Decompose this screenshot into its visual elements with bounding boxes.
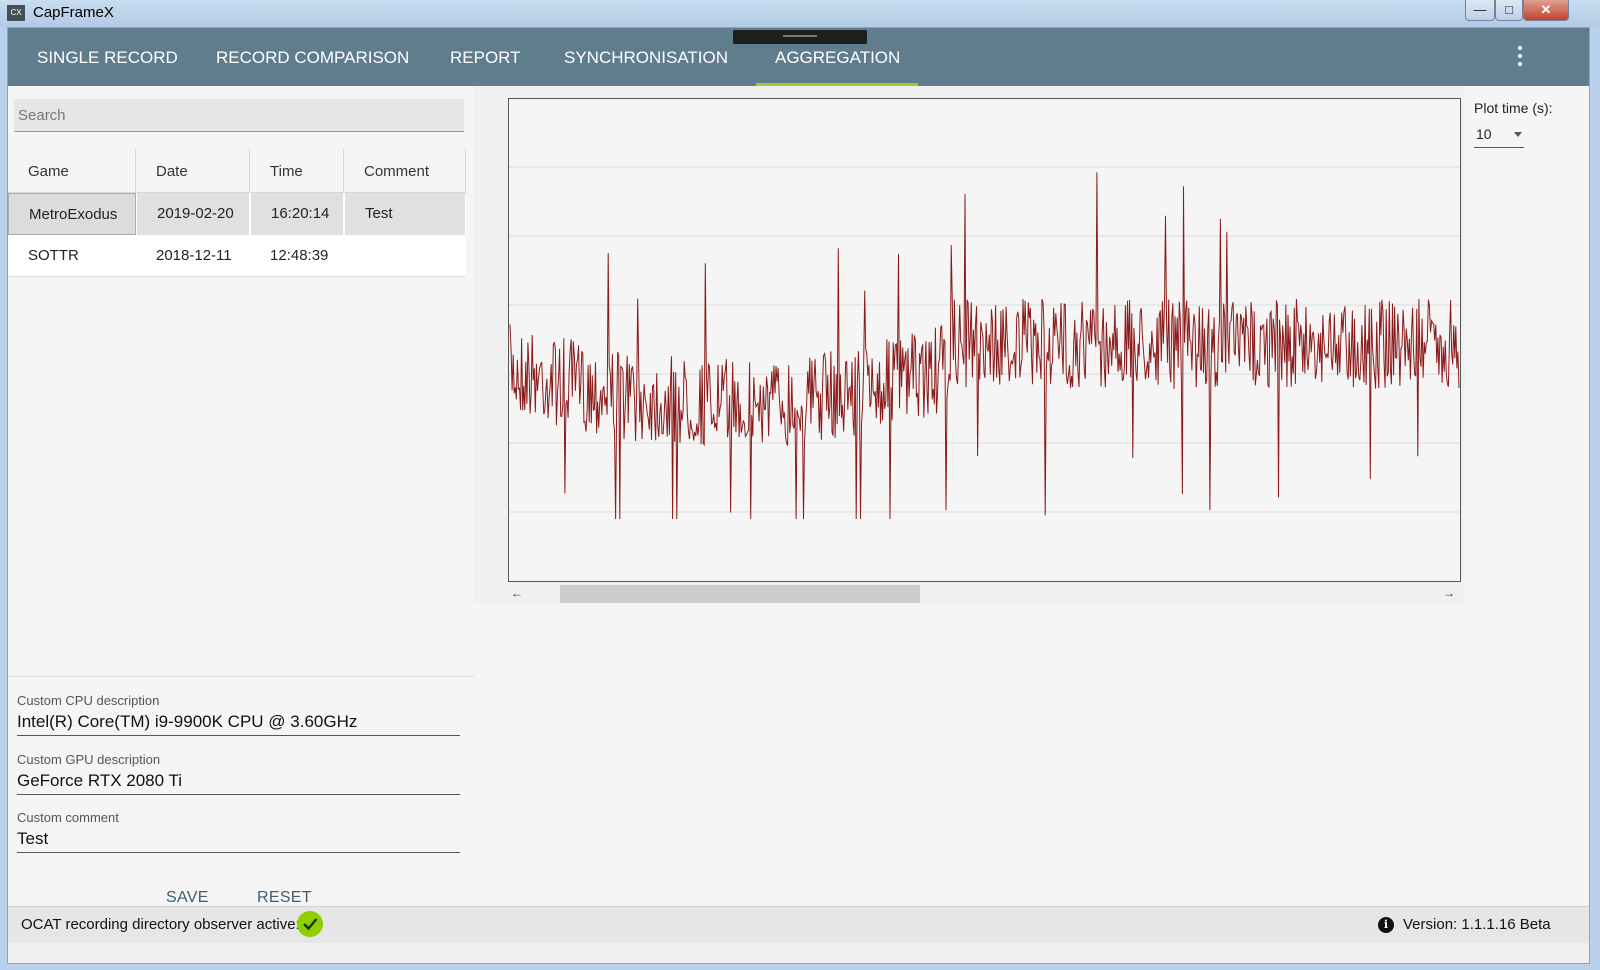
main-tab-bar: SINGLE RECORD RECORD COMPARISON REPORT S…	[8, 28, 1589, 86]
tab-synchronisation[interactable]: SYNCHRONISATION	[564, 28, 728, 86]
tab-report[interactable]: REPORT	[450, 28, 521, 86]
chart-horizontal-scrollbar[interactable]: ← →	[508, 582, 1461, 604]
frametime-chart[interactable]	[508, 98, 1461, 582]
column-header-time[interactable]: Time	[250, 149, 344, 193]
column-header-comment[interactable]: Comment	[344, 149, 466, 193]
gpu-description-field[interactable]: Custom GPU description GeForce RTX 2080 …	[17, 752, 460, 795]
window-title: CapFrameX	[33, 4, 114, 21]
cell-date: 2019-02-20	[136, 193, 250, 235]
cell-date: 2018-12-11	[156, 247, 232, 264]
table-row[interactable]: SOTTR 2018-12-11 12:48:39	[8, 235, 466, 277]
frametime-plot-area: ← →	[474, 86, 1464, 604]
cell-game: SOTTR	[28, 247, 79, 264]
maximize-button[interactable]: □	[1495, 0, 1523, 21]
column-header-date[interactable]: Date	[136, 149, 250, 193]
search-input[interactable]	[14, 99, 464, 132]
table-row[interactable]: MetroExodus 2019-02-20 16:20:14 Test	[8, 193, 466, 235]
cell-comment	[344, 235, 466, 277]
gpu-description-label: Custom GPU description	[17, 752, 161, 767]
comment-label: Custom comment	[17, 810, 119, 825]
more-options-icon[interactable]	[1512, 46, 1528, 70]
tab-single-record[interactable]: SINGLE RECORD	[37, 28, 178, 86]
scrollbar-thumb[interactable]	[560, 585, 920, 603]
records-table: Game Date Time Comment MetroExodus 2019-…	[8, 149, 466, 277]
frametime-chart-svg	[509, 166, 1460, 520]
chevron-down-icon	[1514, 132, 1522, 137]
frametime-series-line	[509, 172, 1460, 520]
check-icon	[297, 911, 323, 937]
table-header: Game Date Time Comment	[8, 149, 466, 193]
minimize-button[interactable]: —	[1465, 0, 1495, 21]
plot-time-dropdown[interactable]: 10	[1474, 123, 1524, 148]
title-bar: CX CapFrameX — □ ✕	[0, 0, 1600, 27]
cpu-description-label: Custom CPU description	[17, 693, 160, 708]
version-text: Version: 1.1.1.16 Beta	[1403, 916, 1551, 933]
cell-time: 12:48:39	[270, 247, 329, 264]
cell-time: 16:20:14	[250, 193, 344, 235]
gpu-description-value[interactable]: GeForce RTX 2080 Ti	[17, 768, 460, 794]
custom-description-form: Custom CPU description Intel(R) Core(TM)…	[8, 676, 474, 906]
scroll-left-arrow-icon[interactable]: ←	[508, 585, 526, 601]
save-button[interactable]: SAVE	[166, 889, 209, 907]
aggregation-panel: ← → Plot time (s): 10	[474, 86, 1589, 906]
scroll-right-arrow-icon[interactable]: →	[1440, 585, 1458, 601]
info-icon[interactable]: i	[1378, 917, 1394, 933]
cell-comment: Test	[344, 193, 466, 235]
reset-button[interactable]: RESET	[257, 889, 312, 907]
comment-value[interactable]: Test	[17, 826, 460, 852]
cpu-description-field[interactable]: Custom CPU description Intel(R) Core(TM)…	[17, 693, 460, 736]
status-bar: OCAT recording directory observer active…	[8, 906, 1589, 943]
records-panel: Game Date Time Comment MetroExodus 2019-…	[8, 86, 474, 906]
tab-record-comparison[interactable]: RECORD COMPARISON	[216, 28, 409, 86]
column-header-game[interactable]: Game	[8, 149, 136, 193]
cell-game: MetroExodus	[8, 193, 136, 235]
comment-field[interactable]: Custom comment Test	[17, 810, 460, 853]
cpu-description-value[interactable]: Intel(R) Core(TM) i9-9900K CPU @ 3.60GHz	[17, 709, 460, 735]
app-icon: CX	[7, 5, 25, 21]
observer-status-text: OCAT recording directory observer active…	[21, 916, 300, 933]
close-button[interactable]: ✕	[1523, 0, 1569, 21]
app-window: SINGLE RECORD RECORD COMPARISON REPORT S…	[7, 27, 1590, 964]
tab-aggregation[interactable]: AGGREGATION	[755, 28, 919, 86]
plot-time-label: Plot time (s):	[1474, 100, 1553, 116]
plot-time-value: 10	[1476, 126, 1492, 142]
